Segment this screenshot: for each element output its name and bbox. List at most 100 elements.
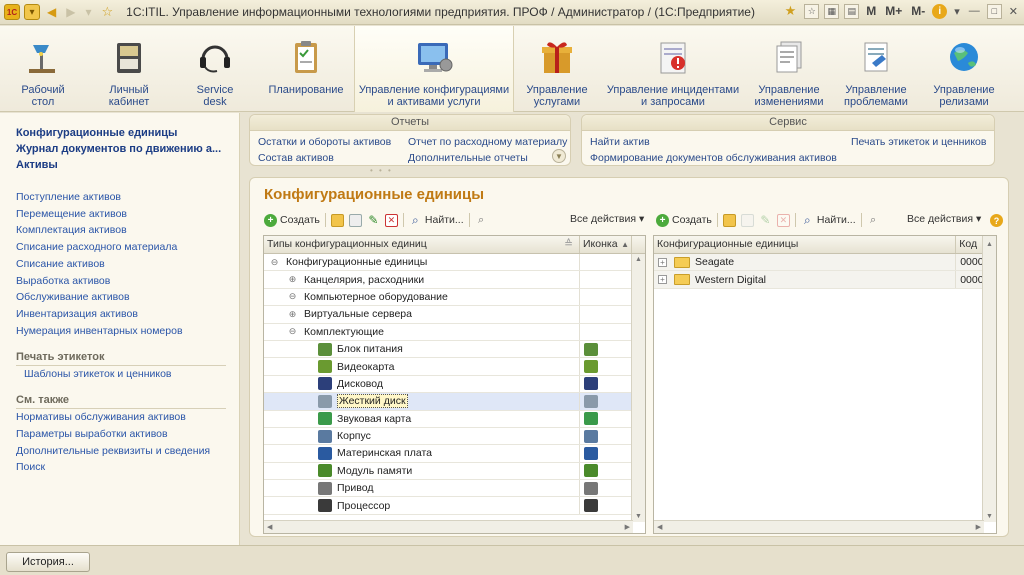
units-table-scrollbar-vertical[interactable]: ▲ ▼ [982, 236, 996, 522]
create-button[interactable]: + Создать [264, 213, 320, 227]
tree-row[interactable]: Жесткий диск [264, 393, 645, 411]
section-incident-management[interactable]: Управление инцидентами и запросами [600, 26, 746, 112]
calendar-icon[interactable]: ▦ [824, 3, 840, 19]
service-link-maintenance-documents[interactable]: Формирование документов обслуживания акт… [590, 152, 837, 164]
favorites-star-icon[interactable]: ☆ [99, 4, 117, 20]
section-service-desk[interactable]: Service desk [172, 26, 258, 112]
report-link-asset-composition[interactable]: Состав активов [258, 152, 334, 164]
panel-resize-grip[interactable]: • • • [370, 166, 393, 175]
close-icon[interactable]: ✕ [1007, 5, 1020, 18]
types-table-scrollbar-horizontal[interactable]: ◀ ▶ [264, 520, 633, 533]
nav-link-maintenance-norms[interactable]: Нормативы обслуживания активов [16, 409, 239, 426]
nav-link-consumables-writeoff[interactable]: Списание расходного материала [16, 239, 239, 256]
info-icon[interactable]: i [932, 3, 948, 19]
report-link-asset-balances[interactable]: Остатки и обороты активов [258, 136, 391, 148]
section-personal-cabinet[interactable]: Личный кабинет [86, 26, 172, 112]
nav-link-asset-inventory[interactable]: Инвентаризация активов [16, 306, 239, 323]
tree-row[interactable]: Блок питания [264, 340, 645, 359]
nav-link-asset-document-journal[interactable]: Журнал документов по движению а... [16, 141, 228, 157]
memory-minus-button[interactable]: M- [909, 4, 927, 18]
tree-row[interactable]: Корпус [264, 427, 645, 446]
bookmark-icon[interactable]: ☆ [804, 3, 820, 19]
service-link-print-labels[interactable]: Печать этикеток и ценников [851, 136, 986, 148]
memory-button[interactable]: M [864, 4, 878, 18]
nav-link-additional-attributes[interactable]: Дополнительные реквизиты и сведения [16, 443, 239, 460]
column-header-types[interactable]: Типы конфигурационных единиц ≙ [264, 236, 580, 253]
memory-plus-button[interactable]: M+ [883, 4, 904, 18]
nav-link-asset-output[interactable]: Выработка активов [16, 273, 239, 290]
edit-pencil-icon[interactable]: ✎ [759, 213, 772, 227]
column-header-units[interactable]: Конфигурационные единицы [654, 236, 957, 253]
section-desktop[interactable]: Рабочий стол [0, 26, 86, 112]
report-link-consumables[interactable]: Отчет по расходному материалу [408, 136, 567, 148]
cancel-search-icon[interactable]: ⌕ [475, 214, 488, 227]
section-release-management[interactable]: Управление релизами [920, 26, 1008, 112]
main-menu-chevron-icon[interactable]: ▾ [24, 4, 40, 20]
nav-link-assets[interactable]: Активы [16, 157, 228, 173]
units-table-scrollbar-horizontal[interactable]: ◀ ▶ [654, 520, 984, 533]
tree-row[interactable]: ⊖ Компьютерное оборудование [264, 288, 645, 307]
section-service-management[interactable]: Управление услугами [514, 26, 600, 112]
forward-arrow-icon[interactable]: ▶ [63, 5, 78, 19]
minimize-icon[interactable]: — [967, 5, 982, 17]
delete-icon[interactable]: ✕ [776, 213, 790, 227]
nav-link-inventory-numbering[interactable]: Нумерация инвентарных номеров [16, 323, 239, 340]
cancel-search-icon[interactable]: ⌕ [867, 214, 880, 227]
service-link-find-asset[interactable]: Найти актив [590, 136, 650, 148]
tree-row[interactable]: Процессор [264, 497, 645, 515]
nav-link-search[interactable]: Поиск [16, 459, 239, 476]
tree-row[interactable]: ⊕ Канцелярия, расходники [264, 271, 645, 289]
help-icon[interactable]: ? [990, 214, 1003, 227]
copy-icon[interactable] [740, 213, 754, 227]
add-favorite-icon[interactable]: ★ [782, 3, 800, 19]
unit-row[interactable]: + Seagate 000000 [654, 254, 996, 272]
nav-link-configuration-units[interactable]: Конфигурационные единицы [16, 125, 228, 141]
expand-icon[interactable]: ⊕ [288, 274, 297, 284]
back-arrow-icon[interactable]: ◀ [44, 5, 59, 19]
create-right-button[interactable]: + Создать [656, 213, 712, 227]
column-header-icon[interactable]: Иконка ▲ [580, 236, 632, 253]
all-actions-left-button[interactable]: Все действия ▾ [570, 213, 644, 225]
tree-row[interactable]: Видеокарта [264, 358, 645, 376]
expand-icon[interactable]: + [658, 275, 667, 285]
tree-row[interactable]: Материнская плата [264, 445, 645, 463]
nav-link-asset-receipt[interactable]: Поступление активов [16, 189, 239, 206]
nav-link-asset-maintenance[interactable]: Обслуживание активов [16, 289, 239, 306]
nav-link-asset-writeoff[interactable]: Списание активов [16, 256, 239, 273]
find-button[interactable]: ⌕ Найти... [409, 213, 464, 227]
calculator-icon[interactable]: ▤ [844, 3, 860, 19]
tree-row[interactable]: Дисковод [264, 375, 645, 394]
tree-row[interactable]: Звуковая карта [264, 410, 645, 428]
find-right-button[interactable]: ⌕ Найти... [801, 213, 856, 227]
edit-pencil-icon[interactable]: ✎ [367, 213, 380, 227]
section-problem-management[interactable]: Управление проблемами [832, 26, 920, 112]
add-folder-icon[interactable] [722, 213, 736, 227]
tree-row[interactable]: ⊕ Виртуальные сервера [264, 306, 645, 324]
nav-link-asset-assembly[interactable]: Комплектация активов [16, 222, 239, 239]
nav-link-output-parameters[interactable]: Параметры выработки активов [16, 426, 239, 443]
section-configuration-management[interactable]: Управление конфигурациями и активами усл… [354, 26, 514, 112]
history-dropdown-icon[interactable]: ▾ [82, 5, 94, 19]
tree-row[interactable]: ⊖ Конфигурационные единицы [264, 254, 645, 272]
add-folder-icon[interactable] [330, 213, 344, 227]
history-button[interactable]: История... [6, 552, 90, 572]
collapse-icon[interactable]: ⊖ [270, 257, 279, 267]
maximize-icon[interactable]: □ [986, 3, 1002, 19]
copy-icon[interactable] [348, 213, 362, 227]
section-change-management[interactable]: Управление изменениями [746, 26, 832, 112]
expand-icon[interactable]: + [658, 257, 667, 267]
tree-row[interactable]: ⊖ Комплектующие [264, 323, 645, 341]
delete-icon[interactable]: ✕ [384, 213, 398, 227]
expand-icon[interactable]: ⊕ [288, 309, 297, 319]
report-link-additional-reports[interactable]: Дополнительные отчеты [408, 152, 528, 164]
app-logo-icon[interactable]: 1С [4, 4, 20, 20]
section-planning[interactable]: Планирование [258, 26, 354, 112]
nav-link-asset-movement[interactable]: Перемещение активов [16, 206, 239, 223]
tree-row[interactable]: Модуль памяти [264, 462, 645, 481]
unit-row[interactable]: + Western Digital 000000 [654, 271, 996, 289]
nav-link-label-templates[interactable]: Шаблоны этикеток и ценников [16, 366, 239, 382]
expand-chevron-icon[interactable]: ▼ [552, 149, 566, 163]
tree-row[interactable]: Привод [264, 480, 645, 498]
collapse-icon[interactable]: ⊖ [288, 326, 297, 336]
types-table-scrollbar-vertical[interactable]: ▲ ▼ [631, 254, 645, 522]
